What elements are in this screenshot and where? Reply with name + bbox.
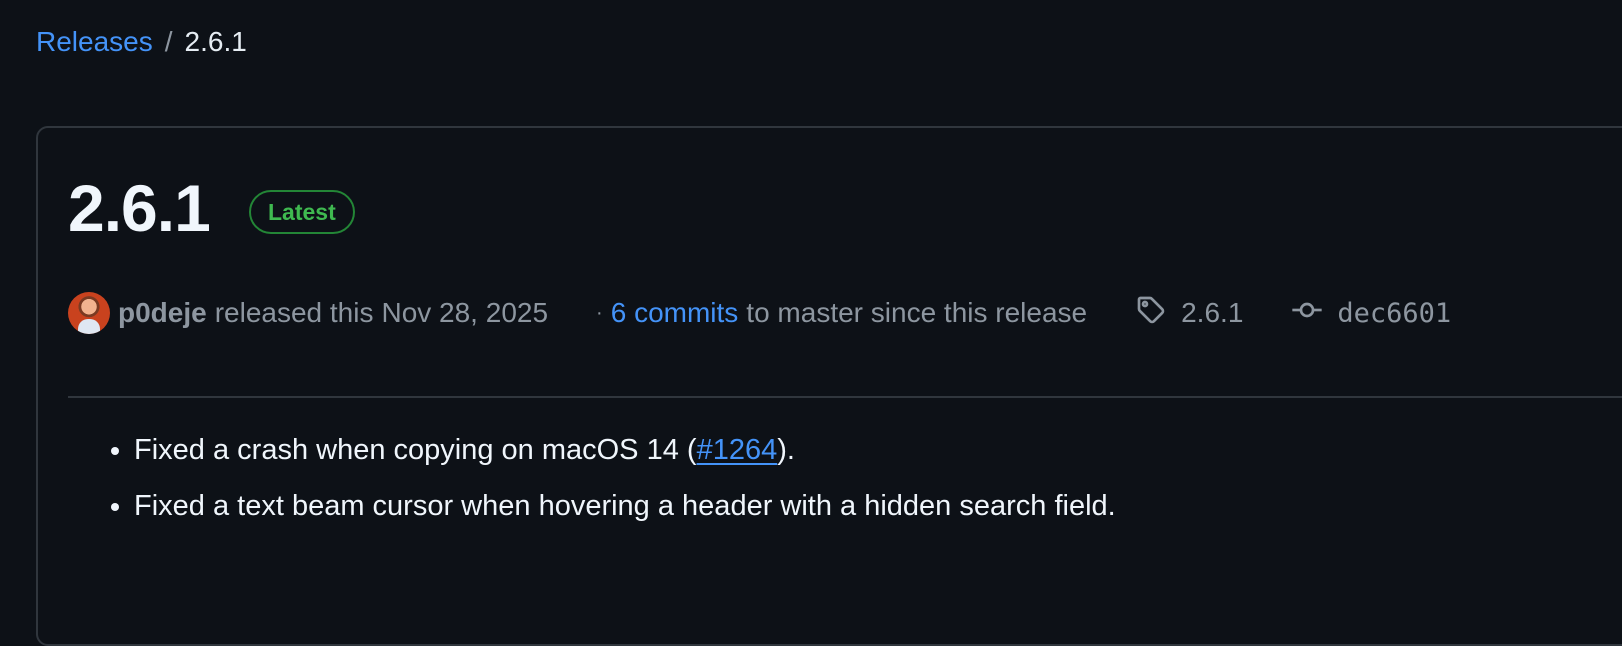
released-text: released this: [214, 297, 374, 328]
git-commit-icon: [1291, 294, 1323, 333]
release-notes: Fixed a crash when copying on macOS 14 (…: [68, 430, 1116, 542]
tag-icon: [1135, 294, 1167, 333]
issue-link[interactable]: #1264: [697, 434, 778, 466]
breadcrumb: Releases / 2.6.1: [36, 22, 247, 62]
author-link[interactable]: p0deje: [118, 297, 207, 329]
note-text: Fixed a crash when copying on macOS 14 (: [134, 434, 697, 466]
commits-description: to master since this release: [746, 297, 1088, 328]
release-date: Nov 28, 2025: [381, 297, 549, 328]
note-text-end: ).: [777, 434, 795, 466]
releases-link[interactable]: Releases: [36, 22, 153, 62]
latest-badge: Latest: [249, 190, 355, 234]
breadcrumb-current: 2.6.1: [184, 26, 247, 57]
meta-separator: ·: [596, 301, 603, 324]
commit-link[interactable]: dec6601: [1291, 294, 1451, 333]
commits-link[interactable]: 6 commits: [611, 297, 739, 329]
notes-divider: [68, 396, 1622, 398]
breadcrumb-separator: /: [164, 26, 173, 57]
release-meta: p0deje released this Nov 28, 2025 · 6 co…: [68, 290, 1451, 336]
note-text: Fixed a text beam cursor when hovering a…: [134, 490, 1116, 522]
tag-link[interactable]: 2.6.1: [1135, 294, 1243, 333]
commit-hash: dec6601: [1337, 297, 1452, 329]
avatar[interactable]: [68, 292, 110, 334]
list-item: Fixed a crash when copying on macOS 14 (…: [134, 430, 1116, 470]
release-title[interactable]: 2.6.1: [68, 168, 211, 248]
tag-label: 2.6.1: [1181, 297, 1244, 328]
list-item: Fixed a text beam cursor when hovering a…: [134, 486, 1116, 526]
